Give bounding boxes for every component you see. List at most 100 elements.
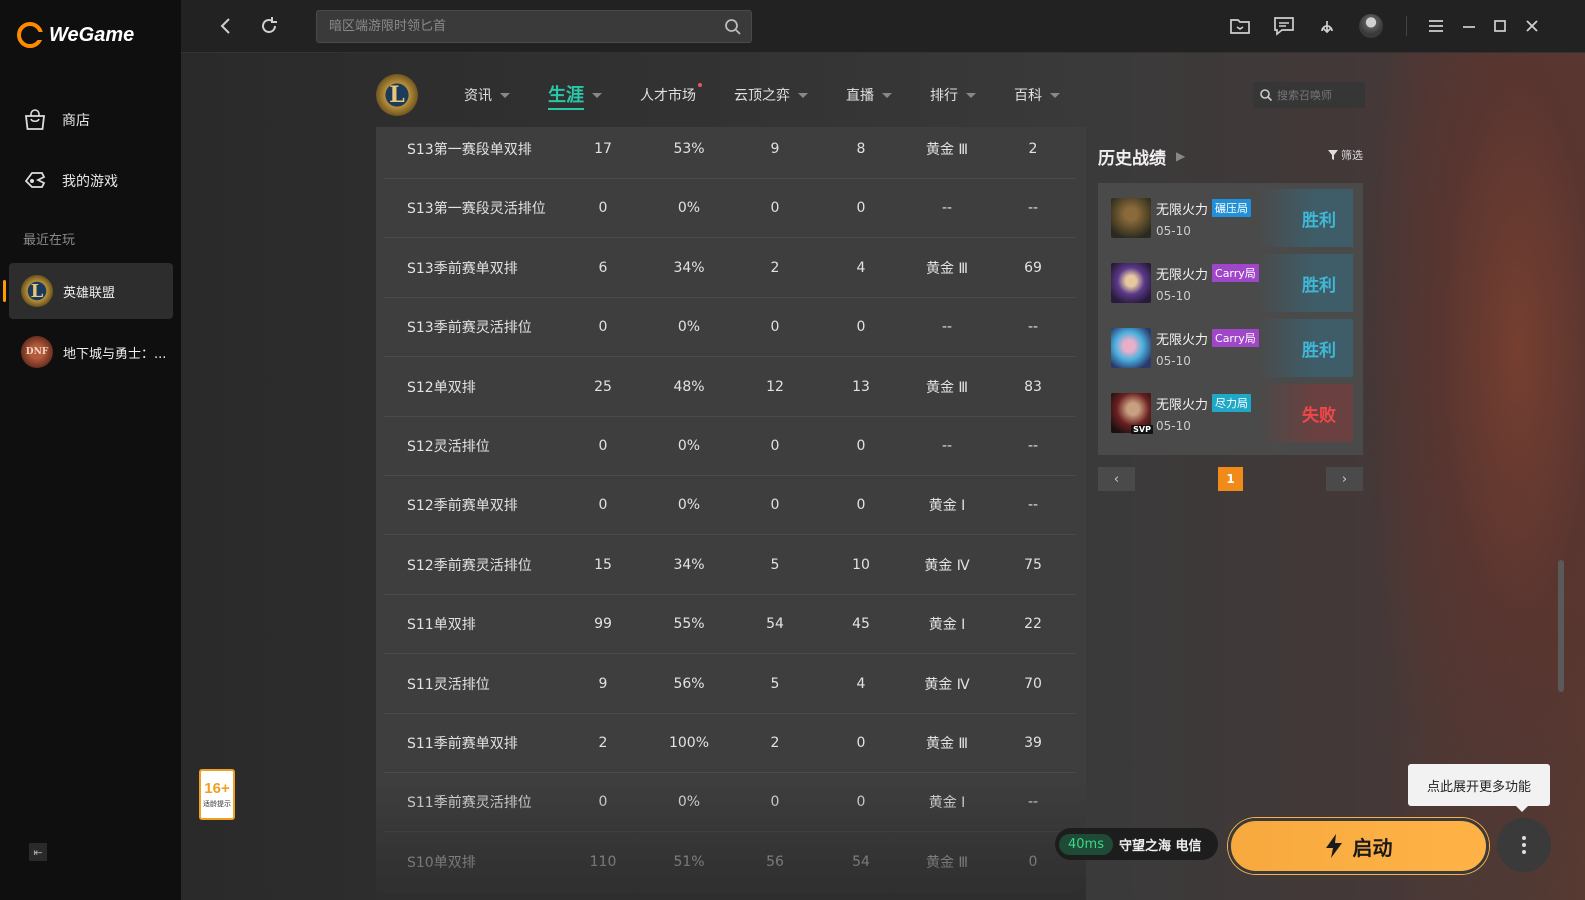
match-info: 无限火力 Carry局 05-10 [1156, 329, 1259, 368]
more-options-icon[interactable] [1497, 818, 1551, 872]
next-page-icon[interactable]: › [1326, 467, 1363, 491]
search-icon[interactable] [1259, 88, 1273, 102]
queue-name: S12灵活排位 [407, 439, 490, 455]
ranking: 69 [1024, 259, 1042, 276]
dnf-game-icon: DNF [21, 336, 53, 368]
ranking: -- [1027, 794, 1039, 811]
tab-career[interactable]: 生涯 [548, 81, 602, 110]
current-page[interactable]: 1 [1218, 467, 1243, 491]
rank-tier: 黄金 Ⅲ [925, 142, 969, 158]
tab-talent-market[interactable]: 人才市场 [640, 83, 702, 105]
chevron-down-icon [882, 92, 892, 98]
match-item[interactable]: SVP 无限火力 尽力局 05-10 失败 [1108, 384, 1353, 442]
server-status[interactable]: 40ms 守望之海 电信 [1055, 828, 1218, 860]
rank-tier: 黄金 Ⅰ [928, 617, 966, 634]
menu-icon[interactable] [1424, 14, 1448, 38]
tab-label: 资讯 [464, 88, 492, 104]
tab-ranking[interactable]: 排行 [930, 85, 976, 105]
match-history-title: 历史战绩 [1098, 148, 1166, 169]
launch-button[interactable]: 启动 [1228, 818, 1489, 874]
user-avatar[interactable] [1359, 14, 1383, 38]
filter-label: 筛选 [1341, 149, 1363, 162]
minimize-icon[interactable] [1457, 14, 1481, 38]
queue-name: S12单双排 [407, 379, 476, 396]
games-count: 17 [594, 141, 612, 157]
match-item[interactable]: 无限火力 Carry局 05-10 胜利 [1108, 319, 1353, 377]
maximize-icon[interactable] [1488, 14, 1512, 38]
wins: 12 [766, 378, 784, 395]
rank-tier: -- [941, 319, 953, 336]
tab-wiki[interactable]: 百科 [1014, 85, 1060, 105]
tab-live[interactable]: 直播 [846, 85, 892, 105]
back-arrow-icon[interactable] [213, 14, 237, 38]
chevron-down-icon [966, 92, 976, 98]
prev-page-icon[interactable]: ‹ [1098, 467, 1135, 491]
win-rate: 0% [677, 794, 701, 811]
wegame-logo-icon [17, 22, 44, 48]
queue-name: S13第一赛段灵活排位 [407, 201, 546, 218]
tab-news[interactable]: 资讯 [464, 85, 510, 105]
ranked-stats-table: S13第一赛段单双排 17 53% 9 8 黄金 Ⅲ 2 S13第一赛段灵活排位 0 0% 0 0 --… [376, 127, 1086, 900]
ranking: 0 [1028, 853, 1038, 870]
losses: 0 [856, 735, 866, 751]
svp-badge: SVP [1131, 425, 1153, 434]
ping-value: 40ms [1059, 833, 1113, 855]
folder-icon[interactable] [1228, 14, 1252, 38]
losses: 0 [856, 794, 866, 811]
win-rate: 100% [668, 735, 710, 751]
wegame-logo[interactable]: WeGame [17, 22, 134, 48]
age-rating-number: 16+ [204, 780, 230, 797]
losses: 10 [852, 556, 870, 573]
global-search-input[interactable] [317, 11, 751, 42]
win-rate: 0% [677, 497, 701, 514]
rank-tier: -- [941, 438, 953, 454]
games-count: 0 [598, 438, 608, 454]
match-result: 胜利 [1257, 189, 1353, 247]
match-mode: 无限火力 [1156, 397, 1209, 413]
rank-tier: 黄金 Ⅳ [924, 676, 970, 693]
queue-name: S11季前赛单双排 [407, 736, 518, 752]
ranking: -- [1027, 200, 1039, 217]
games-count: 99 [594, 616, 612, 633]
collapse-sidebar-icon[interactable]: ⇤ [29, 843, 47, 861]
wins: 2 [770, 735, 780, 751]
tab-label: 直播 [846, 88, 874, 104]
close-icon[interactable] [1520, 14, 1544, 38]
summoner-search-input[interactable] [1277, 88, 1357, 102]
match-item[interactable]: 无限火力 碾压局 05-10 胜利 [1108, 189, 1353, 247]
tab-label: 百科 [1014, 88, 1042, 104]
match-info: 无限火力 尽力局 05-10 [1156, 394, 1252, 433]
filter-button[interactable]: 筛选 [1328, 147, 1363, 163]
ranking: 83 [1024, 378, 1042, 395]
table-row: S12灵活排位 0 0% 0 0 -- -- [384, 417, 1076, 476]
tab-label: 云顶之弈 [734, 88, 790, 104]
recent-game-lol[interactable]: L 英雄联盟 [3, 263, 173, 319]
gamepad-icon [22, 169, 48, 193]
page-scrollbar[interactable] [1558, 560, 1564, 692]
match-item[interactable]: 无限火力 Carry局 05-10 胜利 [1108, 254, 1353, 312]
topbar-divider [1406, 16, 1407, 36]
sidebar-item-label: 商店 [62, 113, 90, 129]
wins: 0 [770, 319, 780, 336]
win-rate: 56% [673, 675, 705, 692]
queue-name: S11季前赛灵活排位 [407, 795, 532, 812]
lightning-icon [1325, 834, 1342, 858]
rank-tier: 黄金 Ⅲ [925, 854, 969, 871]
refresh-icon[interactable] [257, 14, 281, 38]
rank-tier: 黄金 Ⅰ [928, 498, 966, 515]
download-icon[interactable] [1315, 14, 1339, 38]
lol-logo[interactable]: L [376, 74, 418, 116]
message-icon[interactable] [1272, 14, 1296, 38]
recent-game-dnf[interactable]: DNF 地下城与勇士：... [9, 324, 173, 380]
rank-tier: -- [941, 200, 953, 217]
match-history-header[interactable]: 历史战绩 ▶ [1098, 137, 1363, 175]
tab-tft[interactable]: 云顶之弈 [734, 85, 808, 105]
table-row: S11季前赛灵活排位 0 0% 0 0 黄金 Ⅰ -- [384, 773, 1076, 833]
recent-game-label: 英雄联盟 [63, 285, 116, 301]
wins: 0 [770, 438, 780, 454]
sidebar-item-shop[interactable]: 商店 [22, 108, 90, 132]
sidebar-item-my-games[interactable]: 我的游戏 [22, 169, 118, 193]
chevron-down-icon [798, 92, 808, 98]
match-result: 失败 [1257, 384, 1353, 442]
search-icon[interactable] [723, 17, 743, 37]
